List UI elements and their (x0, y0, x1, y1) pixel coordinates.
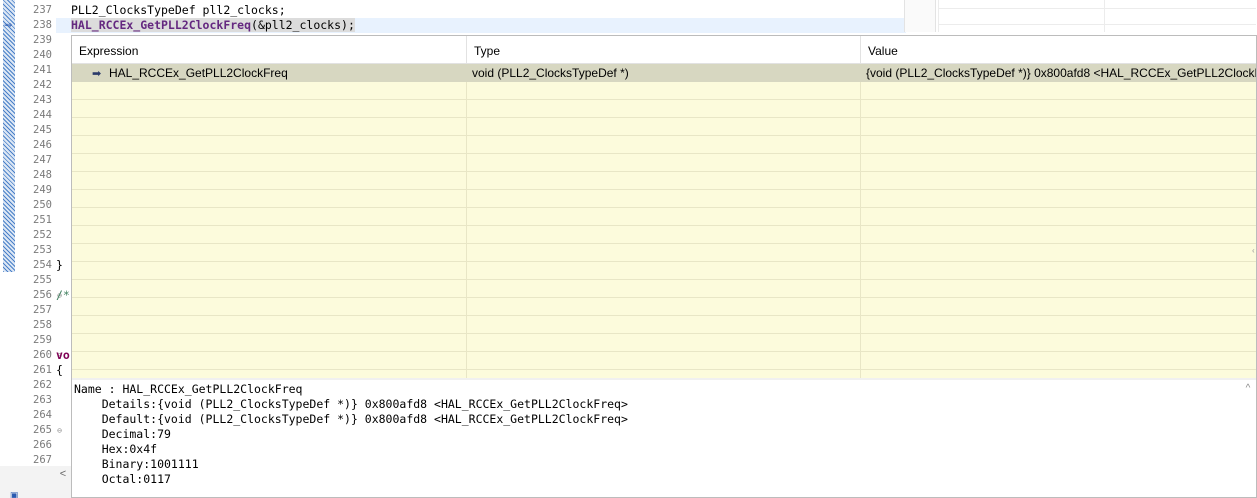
expression-arrow-icon: ➡ (92, 68, 102, 80)
line-number: 243 (33, 94, 52, 106)
overview-ruler (3, 0, 15, 272)
code-line[interactable]: PLL2_ClocksTypeDef pll2_clocks; (56, 3, 906, 18)
current-code-line[interactable]: HAL_RCCEx_GetPLL2ClockFreq(&pll2_clocks)… (56, 18, 906, 33)
expression-name: HAL_RCCEx_GetPLL2ClockFreq (109, 66, 288, 80)
line-number: 251 (33, 214, 52, 226)
code-token: { (56, 363, 63, 377)
code-token: vo (56, 348, 70, 362)
column-divider (466, 64, 467, 378)
details-scrollbar[interactable]: ^ (1240, 380, 1256, 497)
details-line: Octal:0117 (74, 472, 171, 486)
code-token: PLL2_ClocksTypeDef pll2_clocks; (71, 3, 286, 17)
table-row[interactable]: ➡ HAL_RCCEx_GetPLL2ClockFreq void (PLL2_C… (72, 64, 1256, 82)
code-token: } (56, 258, 63, 272)
line-number: 242 (33, 79, 52, 91)
line-number: 254 (33, 259, 52, 271)
line-number: 246 (33, 139, 52, 151)
details-line: Hex:0x4f (74, 442, 158, 456)
column-header-type[interactable]: Type (467, 36, 861, 64)
line-number: 239 (33, 34, 52, 46)
line-number: 250 (33, 199, 52, 211)
column-header-value[interactable]: Value (861, 36, 1256, 64)
details-pane[interactable]: Name : HAL_RCCEx_GetPLL2ClockFreq Detail… (72, 380, 1240, 497)
details-line: Decimal:79 (74, 427, 171, 441)
column-header-expression[interactable]: Expression (72, 36, 467, 64)
line-number: 249 (33, 184, 52, 196)
expression-type: void (PLL2_ClocksTypeDef *) (472, 66, 629, 80)
code-token: HAL_RCCEx_GetPLL2ClockFreq (71, 18, 252, 32)
view-tab-icon: ▣ (10, 492, 19, 498)
details-line: Details:{void (PLL2_ClocksTypeDef *)} 0x… (74, 397, 628, 411)
scroll-up-icon[interactable]: ^ (1240, 382, 1256, 396)
details-line: Binary:1001111 (74, 457, 199, 471)
line-number: 238 (33, 19, 52, 31)
expression-table-header: Expression Type Value (72, 36, 1256, 64)
line-number: 260 ⊖ (33, 349, 62, 361)
line-number: 266 (33, 439, 52, 451)
column-divider (860, 64, 861, 378)
line-number: 256 ⊖ (33, 289, 62, 301)
line-number: 262 (33, 379, 52, 391)
line-number: 247 (33, 154, 52, 166)
line-number: 245 (33, 124, 52, 136)
line-number: 264 (33, 409, 52, 421)
line-number: 248 (33, 169, 52, 181)
line-number: 255 (33, 274, 52, 286)
line-number: 259 (33, 334, 52, 346)
expression-rows (72, 64, 1256, 378)
line-number: 240 (33, 49, 52, 61)
line-number: 241 (33, 64, 52, 76)
line-number: 265 ⊖ (33, 424, 62, 436)
details-line: Name : HAL_RCCEx_GetPLL2ClockFreq (74, 382, 303, 396)
line-number-gutter: 237 238 239 240 241 242 243 244 245 246 247 248 249 2… (16, 3, 62, 468)
expression-hover-popup[interactable]: Expression Type Value ➡ HAL_RCCEx_GetPLL2… (71, 35, 1257, 498)
line-number: 252 (33, 229, 52, 241)
line-number: 253 (33, 244, 52, 256)
editor-split-divider (904, 0, 936, 32)
line-number: 258 (33, 319, 52, 331)
line-number: 237 (33, 4, 52, 16)
expression-value: {void (PLL2_ClocksTypeDef *)} 0x800afd8 … (866, 66, 1256, 80)
line-number: 244 (33, 109, 52, 121)
line-number: 257 (33, 304, 52, 316)
instruction-pointer-icon: ⇒ (4, 20, 13, 31)
details-line: Default:{void (PLL2_ClocksTypeDef *)} 0x… (74, 412, 628, 426)
background-grid-panel (938, 0, 1256, 32)
scroll-left-icon[interactable]: < (55, 466, 71, 482)
resize-handle[interactable]: ‹ (1252, 247, 1256, 255)
line-number: 263 (33, 394, 52, 406)
code-token: (&pll2_clocks); (251, 18, 355, 32)
expression-table[interactable]: Expression Type Value ➡ HAL_RCCEx_GetPLL2… (72, 36, 1256, 378)
line-number: 261 (33, 364, 52, 376)
code-token: /* (56, 288, 70, 302)
